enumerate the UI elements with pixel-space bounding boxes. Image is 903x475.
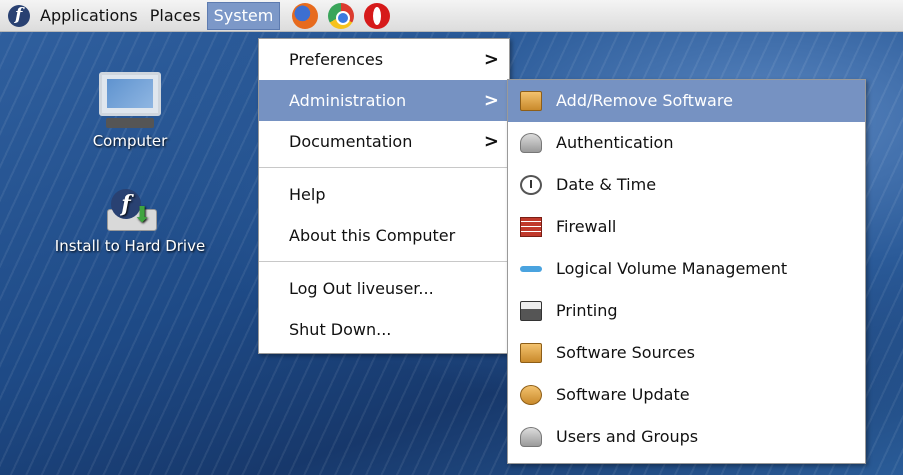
menu-item-users-groups[interactable]: Users and Groups — [508, 416, 865, 458]
chevron-right-icon: > — [483, 49, 499, 70]
menu-separator — [259, 167, 509, 168]
printer-icon — [520, 301, 542, 321]
menu-item-logical-volume-management[interactable]: Logical Volume Management — [508, 248, 865, 290]
administration-submenu: Add/Remove Software Authentication Date … — [507, 79, 866, 464]
menu-item-add-remove-software[interactable]: Add/Remove Software — [508, 80, 865, 122]
desktop-icon-install[interactable]: f ⬇ Install to Hard Drive — [20, 187, 240, 255]
menu-item-preferences[interactable]: Preferences > — [259, 39, 509, 80]
chrome-icon[interactable] — [328, 2, 355, 29]
computer-icon — [99, 72, 161, 116]
package-icon — [520, 91, 542, 111]
chevron-right-icon: > — [483, 131, 499, 152]
top-panel: Applications Places System — [0, 0, 903, 32]
menu-item-about[interactable]: About this Computer — [259, 215, 509, 256]
menu-item-software-sources[interactable]: Software Sources — [508, 332, 865, 374]
volume-icon — [520, 266, 542, 272]
menu-item-printing[interactable]: Printing — [508, 290, 865, 332]
menu-item-administration[interactable]: Administration > — [259, 80, 509, 121]
menu-item-shutdown[interactable]: Shut Down... — [259, 309, 509, 350]
menu-separator — [259, 261, 509, 262]
desktop-icon-label: Computer — [92, 132, 168, 150]
update-icon — [520, 385, 542, 405]
menu-item-logout[interactable]: Log Out liveuser... — [259, 268, 509, 309]
desktop-icon-label: Install to Hard Drive — [54, 237, 206, 255]
places-menu[interactable]: Places — [144, 1, 207, 31]
menu-item-authentication[interactable]: Authentication — [508, 122, 865, 164]
sources-icon — [520, 343, 542, 363]
chevron-right-icon: > — [483, 90, 499, 111]
install-icon: f ⬇ — [101, 187, 159, 233]
fedora-logo-icon[interactable] — [8, 4, 30, 27]
menu-item-documentation[interactable]: Documentation > — [259, 121, 509, 162]
system-menu: Preferences > Administration > Documenta… — [258, 38, 510, 354]
opera-icon[interactable] — [364, 2, 391, 29]
menu-item-date-time[interactable]: Date & Time — [508, 164, 865, 206]
menu-item-software-update[interactable]: Software Update — [508, 374, 865, 416]
system-menu-button[interactable]: System — [206, 2, 281, 30]
clock-icon — [520, 175, 542, 195]
firefox-icon[interactable] — [292, 2, 319, 29]
menu-item-firewall[interactable]: Firewall — [508, 206, 865, 248]
users-icon — [520, 427, 542, 447]
applications-menu[interactable]: Applications — [34, 1, 144, 31]
menu-item-help[interactable]: Help — [259, 174, 509, 215]
authentication-icon — [520, 133, 542, 153]
firewall-icon — [520, 217, 542, 237]
desktop-icon-computer[interactable]: Computer — [20, 72, 240, 150]
